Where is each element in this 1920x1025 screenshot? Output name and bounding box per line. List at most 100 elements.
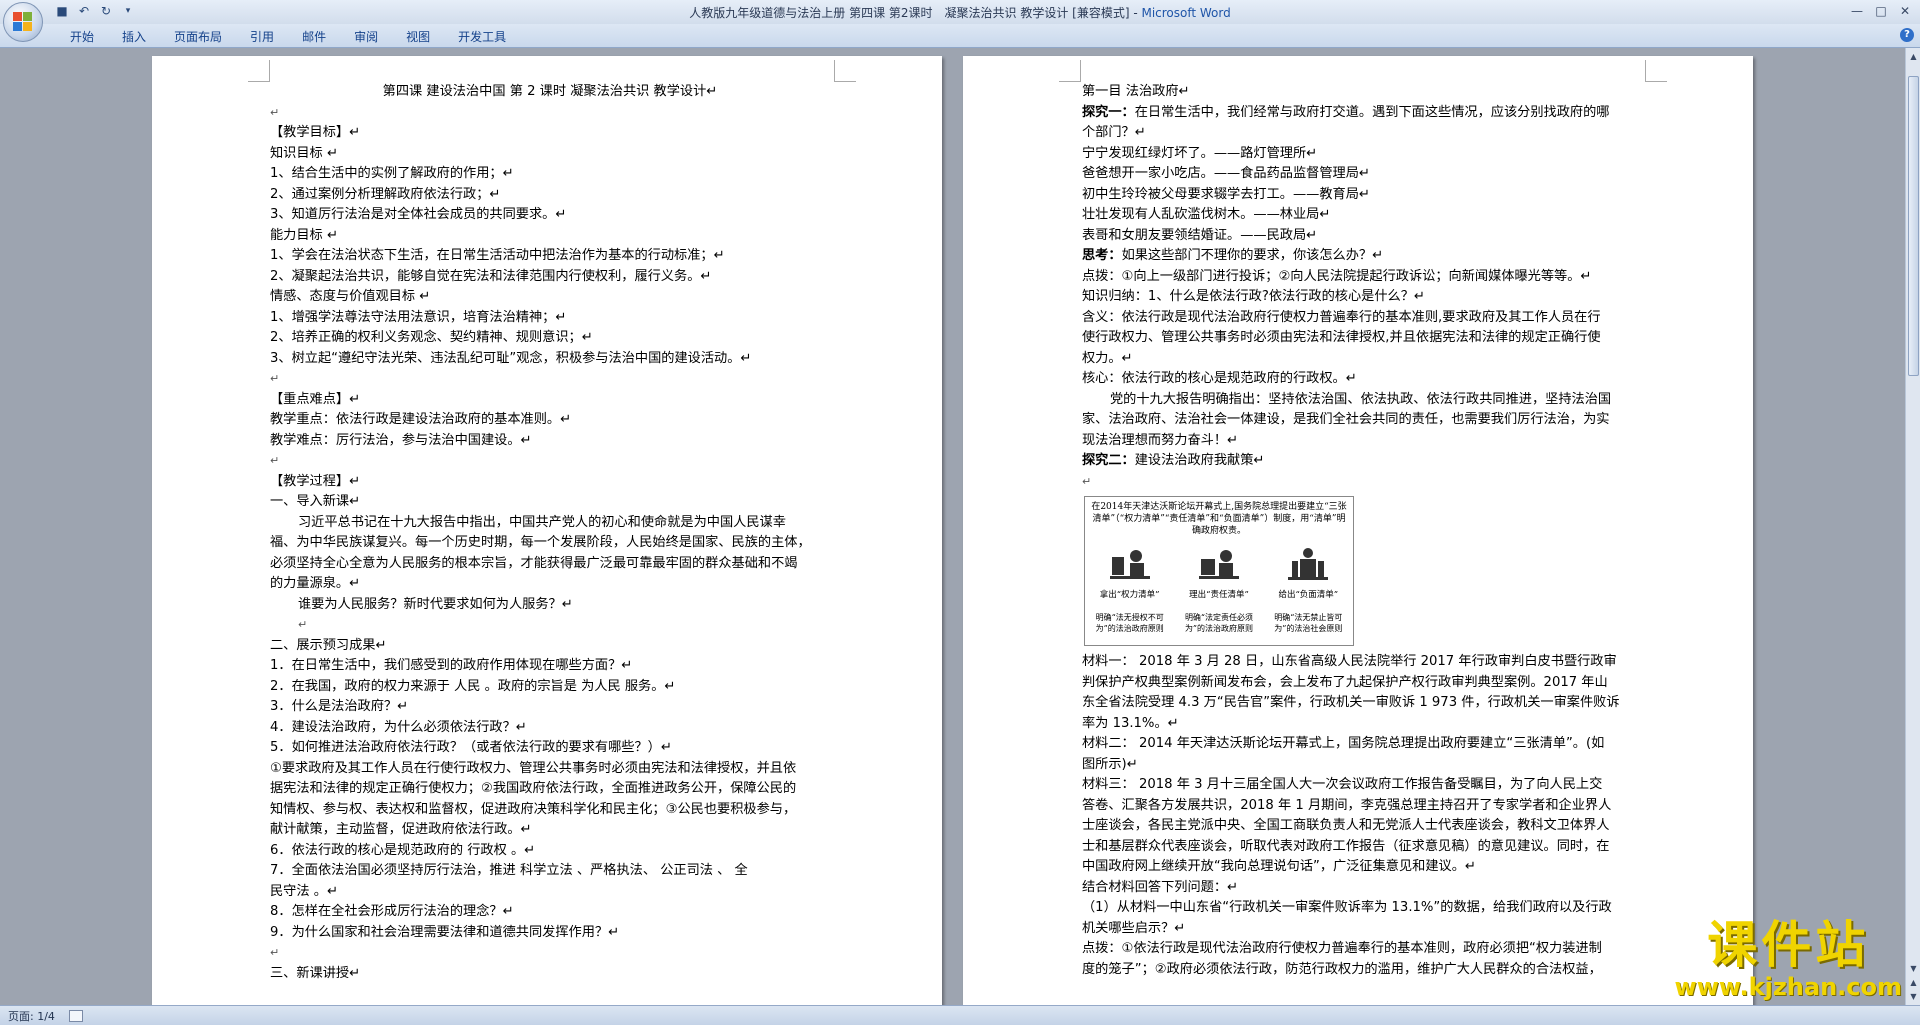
text-line[interactable]: 3、树立起“遵纪守法光荣、违法乱纪可耻”观念，积极参与法治中国的建设活动。↵ [270,349,830,370]
text-line[interactable]: ↵ [270,103,830,124]
office-button[interactable] [3,2,43,42]
text-line[interactable]: 5．如何推进法治政府依法行政？（或者依法行政的要求有哪些？）↵ [270,738,830,759]
text-line[interactable]: 2、凝聚起法治共识，能够自觉在宪法和法律范围内行使权利，履行义务。↵ [270,267,830,288]
text-line[interactable]: 1、结合生活中的实例了解政府的作用；↵ [270,164,830,185]
text-line[interactable]: 3、知道厉行法治是对全体社会成员的共同要求。↵ [270,205,830,226]
text-line[interactable]: 判保护产权典型案例新闻发布会，会上发布了九起保护产权行政审判典型案例。2017 … [1082,673,1640,694]
help-icon[interactable]: ? [1900,28,1914,42]
text-line[interactable]: 知识归纳：1、什么是依法行政?依法行政的核心是什么？↵ [1082,287,1640,308]
text-line[interactable]: 二、展示预习成果↵ [270,636,830,657]
text-line[interactable]: 家、法治政府、法治社会一体建设，是我们全社会共同的责任，也需要我们厉行法治，为实 [1082,410,1640,431]
text-line[interactable]: 民守法 。↵ [270,882,830,903]
text-line[interactable]: 宁宁发现红绿灯坏了。——路灯管理所↵ [1082,144,1640,165]
text-line[interactable]: （1）从材料一中山东省“行政机关一审案件败诉率为 13.1%”的数据，给我们政府… [1082,898,1640,919]
scroll-thumb[interactable] [1908,76,1919,376]
text-line[interactable]: 探究一：在日常生活中，我们经常与政府打交道。遇到下面这些情况，应该分别找政府的哪 [1082,103,1640,124]
ribbon-tab[interactable]: 开始 [56,28,108,46]
text-line[interactable]: 7．全面依法治国必须坚持厉行法治，推进 科学立法 、严格执法、 公正司法 、 全 [270,861,830,882]
text-line[interactable]: 第一目 法治政府↵ [1082,82,1640,103]
text-line[interactable]: 1．在日常生活中，我们感受到的政府作用体现在哪些方面？↵ [270,656,830,677]
text-line[interactable]: 福、为中华民族谋复兴。每一个历史时期，每一个发展阶段，人民始终是国家、民族的主体… [270,533,830,554]
text-line[interactable]: ↵ [270,369,830,390]
text-line[interactable]: 现法治理想而努力奋斗！↵ [1082,431,1640,452]
ribbon-tab[interactable]: 插入 [108,28,160,46]
proofing-icon[interactable] [68,1009,83,1022]
ribbon-tab[interactable]: 页面布局 [160,28,236,46]
text-line[interactable]: ↵ [270,615,830,636]
text-line[interactable]: 材料三： 2018 年 3 月十三届全国人大一次会议政府工作报告备受瞩目，为了向… [1082,775,1640,796]
text-line[interactable]: 教学重点：依法行政是建设法治政府的基本准则。↵ [270,410,830,431]
text-line[interactable]: 表哥和女朋友要领结婚证。——民政局↵ [1082,226,1640,247]
minimize-icon[interactable]: — [1846,2,1868,20]
text-line[interactable]: 知情权、参与权、表达权和监督权，促进政府决策科学化和民主化；③公民也要积极参与， [270,800,830,821]
text-line[interactable]: 能力目标 ↵ [270,226,830,247]
text-line[interactable]: 含义：依法行政是现代法治政府行使权力普遍奉行的基本准则,要求政府及其工作人员在行 [1082,308,1640,329]
text-line[interactable]: 的力量源泉。↵ [270,574,830,595]
text-line[interactable]: 6．依法行政的核心是规范政府的 行政权 。↵ [270,841,830,862]
text-line[interactable]: 第四课 建设法治中国 第 2 课时 凝聚法治共识 教学设计↵ [270,82,830,103]
text-line[interactable]: 图所示)↵ [1082,755,1640,776]
text-line[interactable]: ↵ [1082,472,1640,493]
page-1-text[interactable]: 第四课 建设法治中国 第 2 课时 凝聚法治共识 教学设计↵ ↵ 【教学目标】↵ 知识… [270,82,830,984]
text-line[interactable]: 机关哪些启示？↵ [1082,919,1640,940]
text-line[interactable]: 核心：依法行政的核心是规范政府的行政权。↵ [1082,369,1640,390]
text-line[interactable]: 1、学会在法治状态下生活，在日常生活活动中把法治作为基本的行动标准；↵ [270,246,830,267]
text-line[interactable]: 结合材料回答下列问题：↵ [1082,878,1640,899]
text-line[interactable]: 教学难点：厉行法治，参与法治中国建设。↵ [270,431,830,452]
text-line[interactable]: 点拨：①依法行政是现代法治政府行使权力普遍奉行的基本准则，政府必须把“权力装进制 [1082,939,1640,960]
ribbon-tab[interactable]: 视图 [392,28,444,46]
close-icon[interactable]: ✕ [1894,2,1916,20]
text-line[interactable]: 2、培养正确的权利义务观念、契约精神、规则意识；↵ [270,328,830,349]
text-line[interactable]: 谁要为人民服务？新时代要求如何为人服务？↵ [270,595,830,616]
text-line[interactable]: 爸爸想开一家小吃店。——食品药品监督管理局↵ [1082,164,1640,185]
text-line[interactable]: 中国政府网上继续开放“我向总理说句话”，广泛征集意见和建议。↵ [1082,857,1640,878]
text-line[interactable]: 8．怎样在全社会形成厉行法治的理念？↵ [270,902,830,923]
text-line[interactable]: 答卷、汇聚各方发展共识，2018 年 1 月期间，李克强总理主持召开了专家学者和… [1082,796,1640,817]
text-line[interactable]: 思考：如果这些部门不理你的要求，你该怎么办？↵ [1082,246,1640,267]
maximize-icon[interactable]: □ [1870,2,1892,20]
text-line[interactable]: 壮壮发现有人乱砍滥伐树木。——林业局↵ [1082,205,1640,226]
text-line[interactable]: 3．什么是法治政府？↵ [270,697,830,718]
text-line[interactable]: 使行政权力、管理公共事务时必须由宪法和法律授权,并且依据宪法和法律的规定正确行使 [1082,328,1640,349]
text-line[interactable]: 9．为什么国家和社会治理需要法律和道德共同发挥作用？↵ [270,923,830,944]
text-line[interactable]: 点拨：①向上一级部门进行投诉；②向人民法院提起行政诉讼；向新闻媒体曝光等等。↵ [1082,267,1640,288]
text-line[interactable]: 率为 13.1%。↵ [1082,714,1640,735]
text-line[interactable]: 2、通过案例分析理解政府依法行政；↵ [270,185,830,206]
text-line[interactable]: 士座谈会，各民主党派中央、全国工商联负责人和无党派人士代表座谈会，教科文卫体界人 [1082,816,1640,837]
ribbon-tab[interactable]: 开发工具 [444,28,520,46]
text-line[interactable]: 【教学过程】↵ [270,472,830,493]
text-line[interactable]: 三、新课讲授↵ [270,964,830,985]
text-line[interactable]: 【重点难点】↵ [270,390,830,411]
ribbon-tab[interactable]: 审阅 [340,28,392,46]
text-line[interactable]: 权力。↵ [1082,349,1640,370]
previous-page-icon[interactable]: ▲ [1907,976,1920,989]
text-line[interactable]: 士和基层群众代表座谈会，听取代表对政府工作报告（征求意见稿）的意见建议。同时，在 [1082,837,1640,858]
text-line[interactable]: 习近平总书记在十九大报告中指出，中国共产党人的初心和使命就是为中国人民谋幸 [270,513,830,534]
text-line[interactable]: 1、增强学法尊法守法用法意识，培育法治精神；↵ [270,308,830,329]
text-line[interactable]: 党的十九大报告明确指出：坚持依法治国、依法执政、依法行政共同推进，坚持法治国 [1082,390,1640,411]
text-line[interactable]: 东全省法院受理 4.3 万“民告官”案件，行政机关一审败诉 1 973 件，行政… [1082,693,1640,714]
text-line[interactable]: 知识目标 ↵ [270,144,830,165]
text-line[interactable]: 度的笼子”；②政府必须依法行政，防范行政权力的滥用，维护广大人民群众的合法权益， [1082,960,1640,981]
text-line[interactable]: 献计献策，主动监督，促进政府依法行政。↵ [270,820,830,841]
text-line[interactable]: 4．建设法治政府，为什么必须依法行政？↵ [270,718,830,739]
text-line[interactable]: ↵ [270,451,830,472]
page-1[interactable]: 第四课 建设法治中国 第 2 课时 凝聚法治共识 教学设计↵ ↵ 【教学目标】↵ 知识… [152,56,942,1005]
text-line[interactable]: 探究二：建设法治政府我献策↵ [1082,451,1640,472]
page-2-text[interactable]: 第一目 法治政府↵ 探究一：在日常生活中，我们经常与政府打交道。遇到下面这些情况，… [1082,82,1640,980]
text-line[interactable]: 材料二： 2014 年天津达沃斯论坛开幕式上，国务院总理提出政府要建立“三张清单… [1082,734,1640,755]
text-line[interactable]: 一、导入新课↵ [270,492,830,513]
page-2[interactable]: 第一目 法治政府↵ 探究一：在日常生活中，我们经常与政府打交道。遇到下面这些情况，… [963,56,1753,1005]
text-line[interactable]: 情感、态度与价值观目标 ↵ [270,287,830,308]
text-line[interactable]: 初中生玲玲被父母要求辍学去打工。——教育局↵ [1082,185,1640,206]
scroll-up-icon[interactable]: ▲ [1907,50,1920,63]
vertical-scrollbar[interactable]: ▲ ▼ ▲ ▼ [1905,48,1920,1005]
text-line[interactable]: ①要求政府及其工作人员在行使行政权力、管理公共事务时必须由宪法和法律授权，并且依 [270,759,830,780]
next-page-icon[interactable]: ▼ [1907,990,1920,1003]
page-indicator[interactable]: 页面: 1/4 [0,1008,55,1024]
text-line[interactable]: 个部门？↵ [1082,123,1640,144]
text-line[interactable]: 2．在我国，政府的权力来源于 人民 。政府的宗旨是 为人民 服务。↵ [270,677,830,698]
text-line[interactable]: 据宪法和法律的规定正确行使权力；②我国政府依法行政，全面推进政务公开，保障公民的 [270,779,830,800]
scroll-down-icon[interactable]: ▼ [1907,962,1920,975]
ribbon-tab[interactable]: 引用 [236,28,288,46]
